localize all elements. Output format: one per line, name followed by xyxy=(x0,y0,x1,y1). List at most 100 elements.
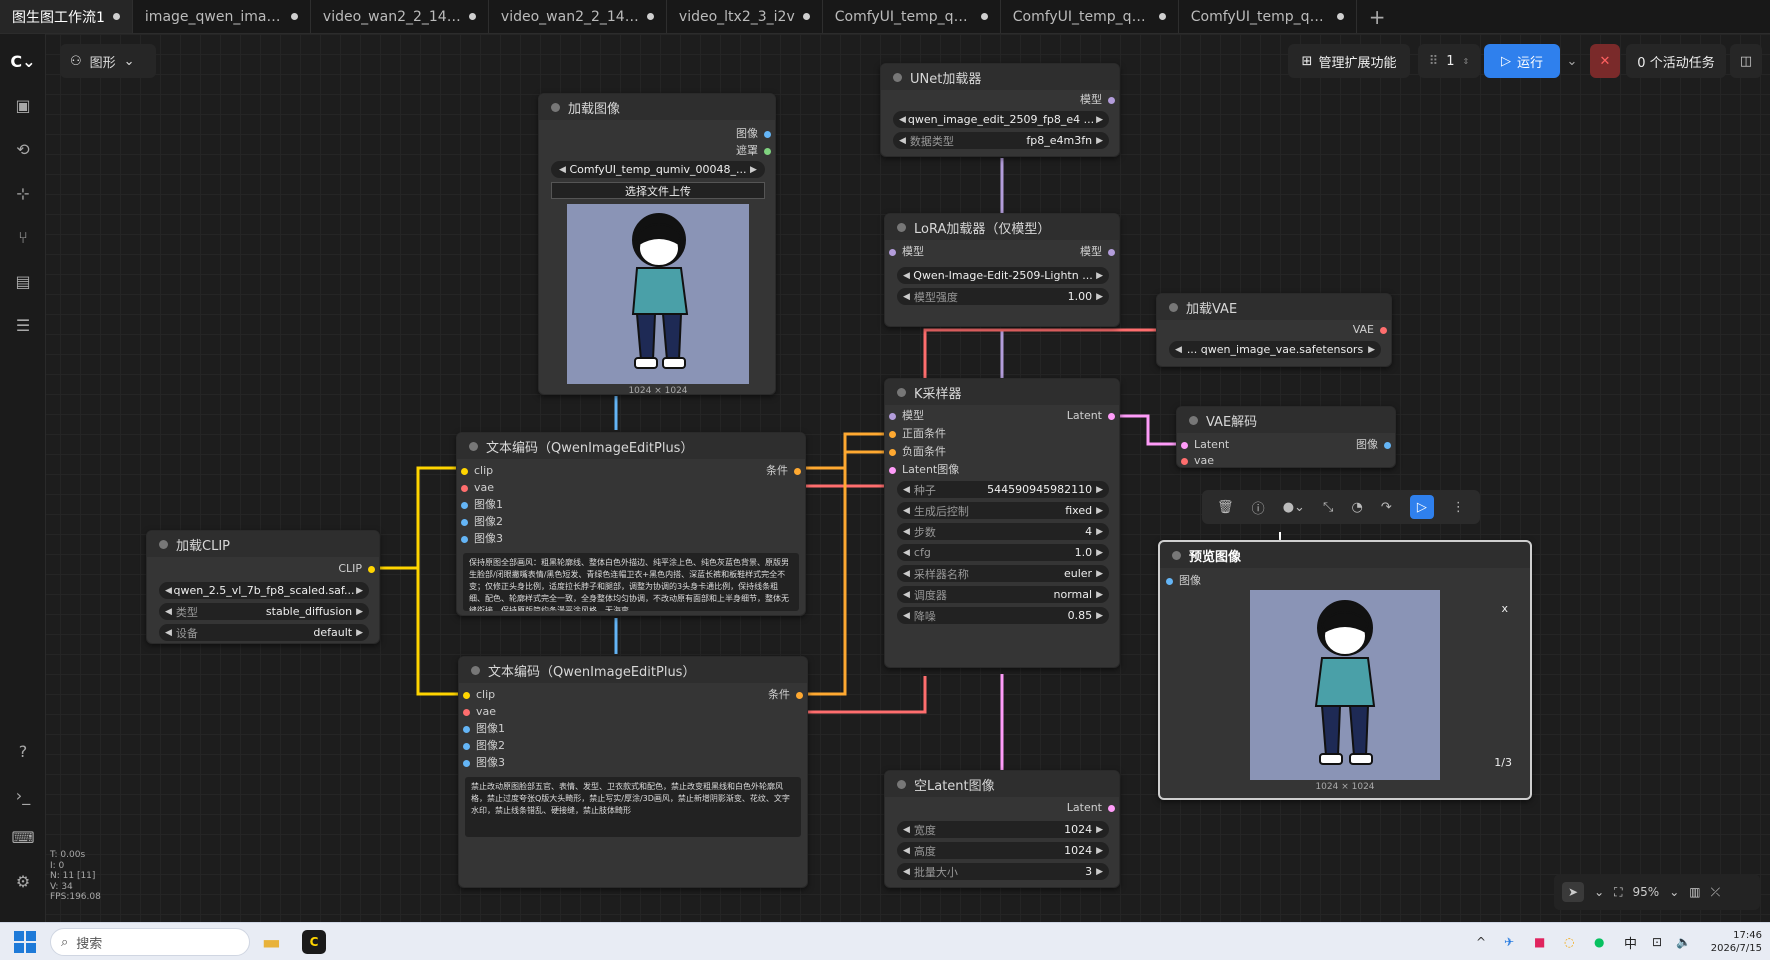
prev-arrow-icon[interactable]: ◀ xyxy=(165,628,172,638)
slot-dot-icon[interactable] xyxy=(1108,248,1115,256)
tab-workflow-6[interactable]: ComfyUI_temp_qum... xyxy=(823,0,1001,33)
next-arrow-icon[interactable]: ▶ xyxy=(1096,846,1103,856)
keyboard-icon[interactable]: ⌨ xyxy=(11,826,34,848)
tray-app-icon-2[interactable]: ■ xyxy=(1534,923,1545,960)
slot-dot-icon[interactable] xyxy=(1108,96,1115,104)
input-image1[interactable]: 图像1 xyxy=(463,722,505,736)
slot-dot-icon[interactable] xyxy=(889,412,896,420)
info-icon[interactable]: ⓘ xyxy=(1252,498,1265,517)
image-file-select[interactable]: ◀ ComfyUI_temp_qumiv_00048_... ▶ xyxy=(551,161,765,178)
node-collapse-dot-icon[interactable] xyxy=(1169,302,1178,312)
prev-arrow-icon[interactable]: ◀ xyxy=(903,569,910,579)
prev-arrow-icon[interactable]: ◀ xyxy=(903,506,910,516)
output-vae[interactable]: VAE xyxy=(1353,323,1387,337)
node-empty-latent[interactable]: 空Latent图像 Latent ◀ 宽度 1024 ▶ ◀ 高度 1024 ▶ ◀ 批量大小… xyxy=(884,770,1120,888)
prev-arrow-icon[interactable]: ◀ xyxy=(903,867,910,877)
preview-image-frame[interactable] xyxy=(1250,590,1440,780)
color-picker-icon[interactable]: ●⌄ xyxy=(1283,500,1305,515)
tab-workflow-1[interactable]: 图生图工作流1 xyxy=(0,0,133,33)
prev-arrow-icon[interactable]: ◀ xyxy=(903,590,910,600)
cfg-input[interactable]: ◀ cfg 1.0 ▶ xyxy=(897,544,1109,561)
slot-dot-icon[interactable] xyxy=(1166,577,1173,585)
node-text-encode-positive[interactable]: 文本编码（QwenImageEditPlus） clip vae 图像1 图像2… xyxy=(456,432,806,616)
network-icon[interactable]: ⊡ xyxy=(1652,923,1662,960)
slot-dot-icon[interactable] xyxy=(463,725,470,733)
clip-type-select[interactable]: ◀ 类型 stable_diffusion ▶ xyxy=(159,603,369,620)
zoom-level[interactable]: 95% xyxy=(1633,885,1660,899)
input-latent[interactable]: Latent xyxy=(1181,438,1229,452)
input-image3[interactable]: 图像3 xyxy=(461,532,503,546)
slot-dot-icon[interactable] xyxy=(764,147,771,155)
slot-dot-icon[interactable] xyxy=(1181,441,1188,449)
next-arrow-icon[interactable]: ▶ xyxy=(1096,485,1103,495)
next-arrow-icon[interactable]: ▶ xyxy=(1096,548,1103,558)
next-arrow-icon[interactable]: ▶ xyxy=(1096,506,1103,516)
output-model[interactable]: 模型 xyxy=(1080,245,1115,259)
taskbar-search[interactable]: ⌕ 搜索 xyxy=(50,923,250,960)
slot-dot-icon[interactable] xyxy=(463,759,470,767)
lora-strength-input[interactable]: ◀ 模型强度 1.00 ▶ xyxy=(897,288,1109,305)
tray-app-icon-3[interactable]: ◌ xyxy=(1564,923,1574,960)
next-arrow-icon[interactable]: ▶ xyxy=(356,586,363,596)
node-ksampler[interactable]: K采样器 模型 正面条件 负面条件 Latent图像 Latent ◀ 种子 544… xyxy=(884,378,1120,668)
slot-dot-icon[interactable] xyxy=(461,484,468,492)
tab-workflow-7[interactable]: ComfyUI_temp_qum... xyxy=(1001,0,1179,33)
next-arrow-icon[interactable]: ▶ xyxy=(1096,611,1103,621)
terminal-icon[interactable]: ›_ xyxy=(12,784,34,806)
node-lora-loader[interactable]: LoRA加载器（仅模型） 模型 模型 ◀ Qwen-Image-Edit-2509… xyxy=(884,213,1120,327)
slot-dot-icon[interactable] xyxy=(463,708,470,716)
output-mask[interactable]: 遮罩 xyxy=(736,144,771,158)
input-image2[interactable]: 图像2 xyxy=(461,515,503,529)
nodes-library-icon[interactable]: ⊹ xyxy=(12,182,34,204)
minimap-icon[interactable]: ▥ xyxy=(1689,885,1700,899)
input-vae[interactable]: vae xyxy=(1181,454,1214,468)
slot-dot-icon[interactable] xyxy=(463,742,470,750)
input-image2[interactable]: 图像2 xyxy=(463,739,505,753)
node-text-encode-negative[interactable]: 文本编码（QwenImageEditPlus） clip vae 图像1 图像2… xyxy=(458,656,808,888)
node-collapse-dot-icon[interactable] xyxy=(897,779,906,789)
volume-icon[interactable]: 🔈 xyxy=(1676,923,1691,960)
prev-arrow-icon[interactable]: ◀ xyxy=(899,115,906,125)
prev-arrow-icon[interactable]: ◀ xyxy=(559,165,566,175)
next-arrow-icon[interactable]: ▶ xyxy=(356,628,363,638)
next-arrow-icon[interactable]: ▶ xyxy=(1096,292,1103,302)
node-collapse-dot-icon[interactable] xyxy=(897,222,906,232)
run-button[interactable]: ▷ 运行 xyxy=(1484,44,1560,78)
slot-dot-icon[interactable] xyxy=(463,691,470,699)
prev-arrow-icon[interactable]: ◀ xyxy=(903,485,910,495)
cancel-run-button[interactable]: ✕ xyxy=(1590,44,1620,78)
next-arrow-icon[interactable]: ▶ xyxy=(356,607,363,617)
next-arrow-icon[interactable]: ▶ xyxy=(1096,527,1103,537)
file-explorer-taskbar-icon[interactable]: ▬ xyxy=(262,923,288,960)
input-latent[interactable]: Latent图像 xyxy=(889,463,959,477)
node-vae-decode[interactable]: VAE解码 Latent vae 图像 xyxy=(1176,406,1396,468)
prompt-textarea[interactable]: 禁止改动原图脸部五官、表情、发型、卫衣款式和配色，禁止改变粗黑线和白色外轮廓风格… xyxy=(465,777,801,837)
slot-dot-icon[interactable] xyxy=(1108,412,1115,420)
prev-arrow-icon[interactable]: ◀ xyxy=(165,607,172,617)
node-unet-loader[interactable]: UNet加载器 模型 ◀ qwen_image_edit_2509_fp8_e4 … xyxy=(880,63,1120,157)
tab-workflow-8[interactable]: ComfyUI_temp_qum... xyxy=(1179,0,1357,33)
latent-width-input[interactable]: ◀ 宽度 1024 ▶ xyxy=(897,821,1109,838)
tray-app-icon-1[interactable]: ✈ xyxy=(1504,923,1514,960)
slot-dot-icon[interactable] xyxy=(461,518,468,526)
batch-size-input[interactable]: ◀ 批量大小 3 ▶ xyxy=(897,863,1109,880)
templates-icon[interactable]: ▤ xyxy=(12,270,34,292)
prev-arrow-icon[interactable]: ◀ xyxy=(903,292,910,302)
tab-workflow-5[interactable]: video_ltx2_3_i2v xyxy=(667,0,823,33)
prev-arrow-icon[interactable]: ◀ xyxy=(903,825,910,835)
prev-arrow-icon[interactable]: ◀ xyxy=(903,271,910,281)
seed-input[interactable]: ◀ 种子 544590945982110 ▶ xyxy=(897,481,1109,498)
prev-arrow-icon[interactable]: ◀ xyxy=(165,586,172,596)
input-negative[interactable]: 负面条件 xyxy=(889,445,946,459)
scheduler-select[interactable]: ◀ 调度器 normal ▶ xyxy=(897,586,1109,603)
prev-arrow-icon[interactable]: ◀ xyxy=(1175,345,1182,355)
output-conditioning[interactable]: 条件 xyxy=(766,464,801,478)
slot-dot-icon[interactable] xyxy=(889,448,896,456)
wechat-icon[interactable]: ● xyxy=(1594,923,1604,960)
output-image[interactable]: 图像 xyxy=(1356,438,1391,452)
node-load-image[interactable]: 加载图像 图像 遮罩 ◀ ComfyUI_temp_qumiv_00048_..… xyxy=(538,93,776,396)
prev-arrow-icon[interactable]: ◀ xyxy=(903,611,910,621)
clip-name-select[interactable]: ◀ qwen_2.5_vl_7b_fp8_scaled.saf... ▶ xyxy=(159,582,369,599)
next-arrow-icon[interactable]: ▶ xyxy=(1096,569,1103,579)
node-collapse-dot-icon[interactable] xyxy=(1172,550,1181,560)
